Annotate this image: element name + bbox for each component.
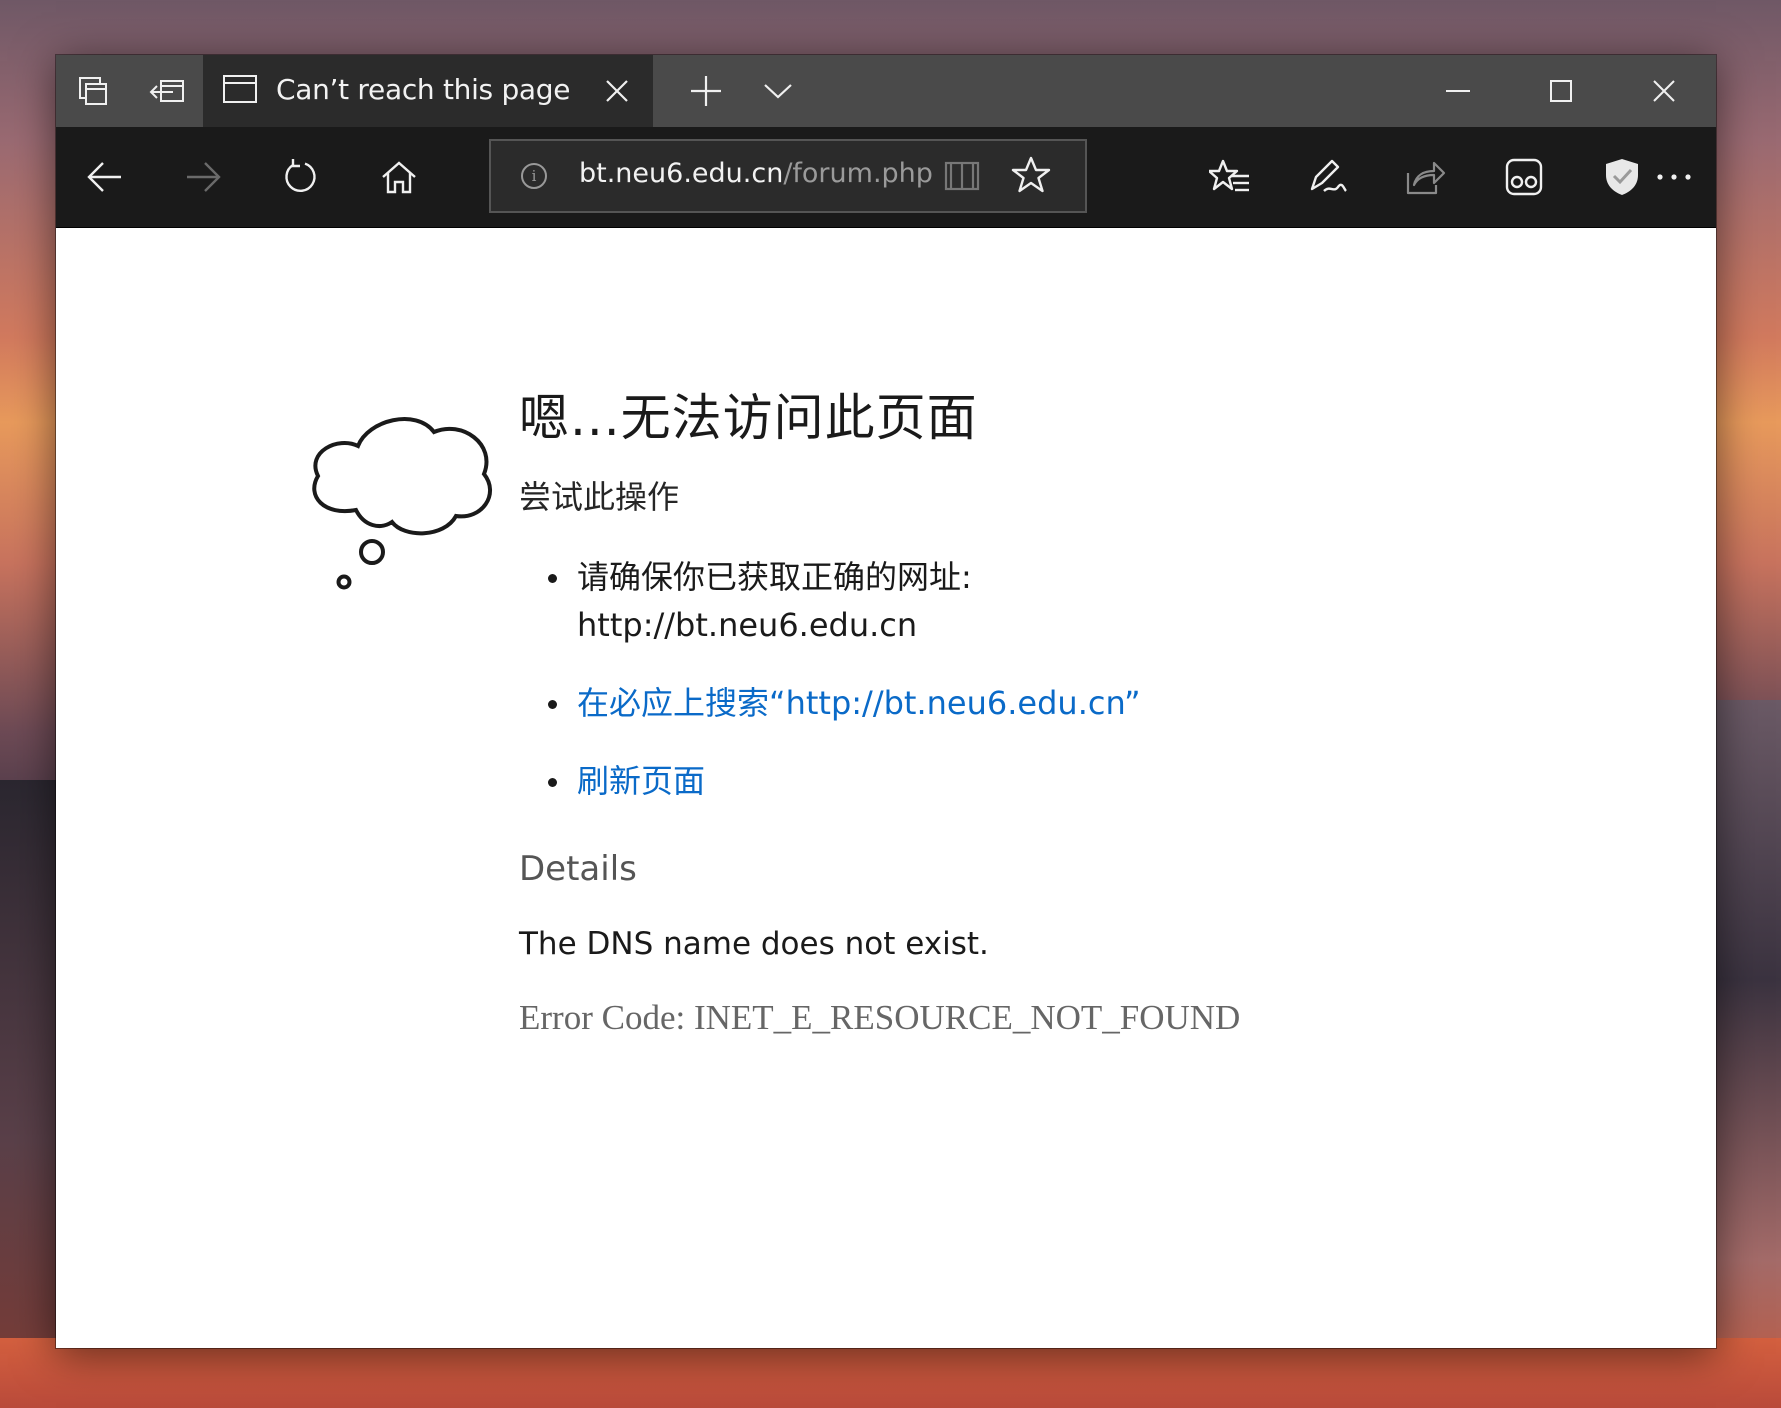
- set-aside-tabs-button[interactable]: [130, 55, 203, 127]
- maximize-icon: [1550, 80, 1572, 102]
- extension-icon: [1505, 158, 1543, 196]
- tab-switcher-button[interactable]: [56, 55, 130, 127]
- bullet-dot: [548, 574, 557, 583]
- background-snow: [0, 1338, 1781, 1408]
- page-content: 嗯...无法访问此页面 尝试此操作 请确保你已获取正确的网址: http://b…: [56, 228, 1716, 1348]
- tab-strip: Can’t reach this page: [56, 55, 1716, 127]
- tab-title: Can’t reach this page: [276, 73, 571, 106]
- address-host: bt.neu6.edu.cn: [579, 158, 784, 189]
- list-item-search: 在必应上搜索“http://bt.neu6.edu.cn”: [519, 679, 1619, 727]
- try-label: 尝试此操作: [519, 478, 680, 516]
- suggestion-list: 请确保你已获取正确的网址: http://bt.neu6.edu.cn 在必应上…: [519, 553, 1619, 805]
- error-message: 嗯...无法访问此页面 尝试此操作 请确保你已获取正确的网址: http://b…: [519, 383, 1619, 1043]
- address-bar[interactable]: i bt.neu6.edu.cn/forum.php: [489, 139, 1087, 213]
- page-icon: [223, 75, 257, 103]
- refresh-button[interactable]: [252, 127, 350, 227]
- book-icon: [944, 161, 980, 191]
- address-path: /forum.php: [783, 158, 933, 189]
- favorites-hub-button[interactable]: [1181, 127, 1279, 227]
- favorites-list-icon: [1209, 159, 1249, 192]
- window-close-button[interactable]: [1614, 55, 1714, 127]
- more-icon: [1657, 174, 1691, 180]
- tab-preview-button[interactable]: [742, 55, 814, 127]
- shield-icon: [1606, 159, 1638, 195]
- favorite-button[interactable]: [1011, 155, 1051, 199]
- browser-window: Can’t reach this page i bt.neu6.edu.cn/f…: [56, 55, 1716, 1348]
- thought-cloud-icon: [312, 417, 492, 590]
- refresh-icon: [285, 159, 316, 193]
- back-arrow-icon: [87, 162, 121, 192]
- page-title: 嗯...无法访问此页面: [519, 389, 978, 447]
- forward-button[interactable]: [154, 127, 252, 227]
- tab-close-button[interactable]: [595, 69, 639, 113]
- site-info-icon[interactable]: i: [521, 163, 547, 189]
- error-code: Error Code: INET_E_RESOURCE_NOT_FOUND: [519, 998, 1241, 1037]
- refresh-page-link[interactable]: 刷新页面: [577, 762, 705, 800]
- chevron-down-icon: [764, 84, 792, 99]
- bullet-dot: [548, 778, 557, 787]
- pen-icon: [1310, 159, 1347, 192]
- close-icon: [1653, 80, 1675, 102]
- forward-arrow-icon: [187, 162, 221, 192]
- close-icon: [606, 80, 628, 102]
- list-item-refresh: 刷新页面: [519, 757, 1619, 805]
- plus-icon: [691, 76, 721, 106]
- set-aside-tabs-icon: [149, 80, 184, 102]
- home-icon: [382, 161, 416, 194]
- maximize-button[interactable]: [1511, 55, 1611, 127]
- star-icon: [1011, 156, 1051, 193]
- reading-view-button[interactable]: [943, 157, 981, 199]
- minimize-icon: [1446, 90, 1470, 92]
- bullet-dot: [548, 700, 557, 709]
- address-url[interactable]: bt.neu6.edu.cn/forum.php: [579, 158, 933, 189]
- back-button[interactable]: [56, 127, 154, 227]
- share-button[interactable]: [1377, 127, 1475, 227]
- tab-switcher-icon: [79, 77, 107, 105]
- details-heading: Details: [519, 849, 637, 889]
- navigation-toolbar: i bt.neu6.edu.cn/forum.php: [56, 127, 1716, 228]
- home-button[interactable]: [350, 127, 448, 227]
- tab-active[interactable]: Can’t reach this page: [203, 55, 653, 127]
- check-url-text: 请确保你已获取正确的网址:: [577, 558, 972, 596]
- extension-button[interactable]: [1475, 127, 1573, 227]
- minimize-button[interactable]: [1408, 55, 1508, 127]
- share-icon: [1406, 161, 1446, 195]
- check-url-value: http://bt.neu6.edu.cn: [577, 606, 918, 644]
- bing-search-link[interactable]: 在必应上搜索“http://bt.neu6.edu.cn”: [577, 684, 1141, 722]
- list-item-check-url: 请确保你已获取正确的网址: http://bt.neu6.edu.cn: [519, 553, 1619, 649]
- more-button[interactable]: [1650, 127, 1698, 227]
- web-note-button[interactable]: [1279, 127, 1377, 227]
- details-text: The DNS name does not exist.: [519, 926, 989, 962]
- new-tab-button[interactable]: [670, 55, 742, 127]
